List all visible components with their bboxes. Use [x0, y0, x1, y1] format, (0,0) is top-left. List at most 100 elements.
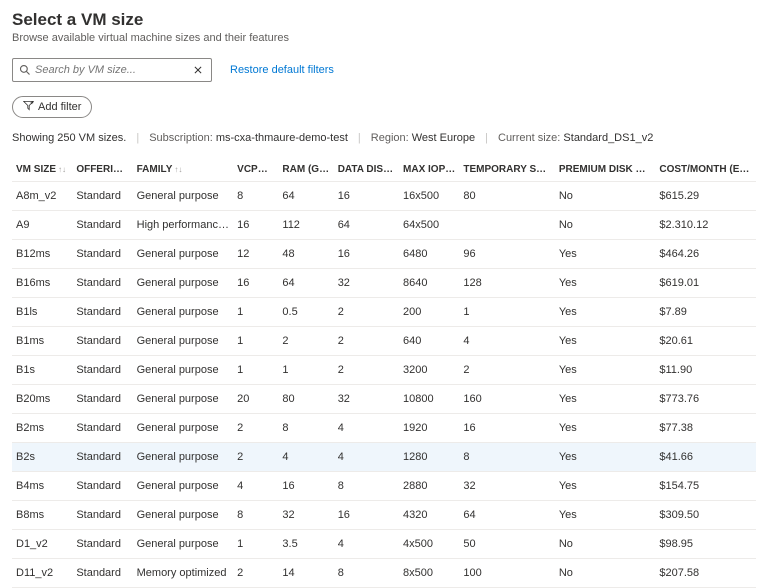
- table-row[interactable]: D11_v2StandardMemory optimized21488x5001…: [12, 559, 756, 588]
- table-row[interactable]: B1lsStandardGeneral purpose10.522001Yes$…: [12, 298, 756, 327]
- table-row[interactable]: A9StandardHigh performance c...161126464…: [12, 211, 756, 240]
- cell-ram: 14: [278, 559, 333, 588]
- cell-vcpus: 1: [233, 327, 278, 356]
- search-input-wrap[interactable]: [12, 58, 212, 82]
- cell-vcpus: 2: [233, 559, 278, 588]
- col-header-disks[interactable]: DATA DISKS↑↓: [334, 158, 399, 182]
- cell-ram: 32: [278, 501, 333, 530]
- cell-vmsize: B2ms: [12, 414, 72, 443]
- cell-vmsize: B20ms: [12, 385, 72, 414]
- cell-offering: Standard: [72, 530, 132, 559]
- cell-iops: 8x500: [399, 559, 459, 588]
- search-input[interactable]: [35, 64, 193, 76]
- add-filter-button[interactable]: Add filter: [12, 96, 92, 118]
- cell-cost: $154.75: [655, 472, 756, 501]
- cell-vcpus: 8: [233, 501, 278, 530]
- table-row[interactable]: B2sStandardGeneral purpose24412808Yes$41…: [12, 443, 756, 472]
- clear-search-icon[interactable]: [193, 65, 205, 75]
- restore-filters-link[interactable]: Restore default filters: [230, 64, 334, 76]
- cell-cost: $41.66: [655, 443, 756, 472]
- cell-temp: 64: [459, 501, 555, 530]
- table-row[interactable]: B12msStandardGeneral purpose124816648096…: [12, 240, 756, 269]
- cell-disks: 2: [334, 356, 399, 385]
- cell-family: General purpose: [133, 356, 234, 385]
- cell-temp: 4: [459, 327, 555, 356]
- current-size-label: Current size:: [498, 132, 560, 144]
- cell-offering: Standard: [72, 443, 132, 472]
- cell-vmsize: B12ms: [12, 240, 72, 269]
- cell-cost: $7.89: [655, 298, 756, 327]
- cell-vmsize: B2s: [12, 443, 72, 472]
- cell-vmsize: D1_v2: [12, 530, 72, 559]
- col-header-vcpus[interactable]: VCPUS↑↓: [233, 158, 278, 182]
- col-header-iops[interactable]: MAX IOPS↑↓: [399, 158, 459, 182]
- cell-disks: 4: [334, 443, 399, 472]
- cell-offering: Standard: [72, 356, 132, 385]
- table-row[interactable]: A8m_v2StandardGeneral purpose8641616x500…: [12, 182, 756, 211]
- cell-vcpus: 4: [233, 472, 278, 501]
- col-header-ram[interactable]: RAM (GI...↑↓: [278, 158, 333, 182]
- table-row[interactable]: B1sStandardGeneral purpose11232002Yes$11…: [12, 356, 756, 385]
- cell-temp: 8: [459, 443, 555, 472]
- cell-premium: No: [555, 182, 656, 211]
- col-header-offering[interactable]: OFFERING↑↓: [72, 158, 132, 182]
- cell-iops: 1920: [399, 414, 459, 443]
- cell-iops: 4320: [399, 501, 459, 530]
- cell-iops: 3200: [399, 356, 459, 385]
- cell-premium: No: [555, 530, 656, 559]
- cell-temp: [459, 211, 555, 240]
- cell-ram: 2: [278, 327, 333, 356]
- cell-premium: Yes: [555, 501, 656, 530]
- table-row[interactable]: B20msStandardGeneral purpose208032108001…: [12, 385, 756, 414]
- cell-family: High performance c...: [133, 211, 234, 240]
- add-filter-label: Add filter: [38, 101, 81, 113]
- cell-disks: 8: [334, 472, 399, 501]
- table-row[interactable]: B4msStandardGeneral purpose4168288032Yes…: [12, 472, 756, 501]
- cell-premium: No: [555, 211, 656, 240]
- cell-ram: 3.5: [278, 530, 333, 559]
- col-header-vmsize[interactable]: VM SIZE↑↓: [12, 158, 72, 182]
- col-header-premium[interactable]: PREMIUM DISK SUP...↑↓: [555, 158, 656, 182]
- cell-disks: 32: [334, 385, 399, 414]
- table-row[interactable]: B16msStandardGeneral purpose166432864012…: [12, 269, 756, 298]
- cell-vcpus: 1: [233, 356, 278, 385]
- cell-offering: Standard: [72, 327, 132, 356]
- page-title: Select a VM size: [12, 10, 756, 30]
- col-header-family[interactable]: FAMILY↑↓: [133, 158, 234, 182]
- cell-disks: 8: [334, 559, 399, 588]
- cell-temp: 128: [459, 269, 555, 298]
- cell-iops: 640: [399, 327, 459, 356]
- cell-disks: 64: [334, 211, 399, 240]
- cell-premium: Yes: [555, 356, 656, 385]
- cell-offering: Standard: [72, 559, 132, 588]
- cell-vcpus: 1: [233, 530, 278, 559]
- cell-vmsize: D11_v2: [12, 559, 72, 588]
- cell-iops: 64x500: [399, 211, 459, 240]
- cell-temp: 80: [459, 182, 555, 211]
- cell-premium: Yes: [555, 269, 656, 298]
- cell-disks: 2: [334, 298, 399, 327]
- cell-temp: 1: [459, 298, 555, 327]
- cell-premium: Yes: [555, 414, 656, 443]
- cell-vcpus: 8: [233, 182, 278, 211]
- table-row[interactable]: B2msStandardGeneral purpose284192016Yes$…: [12, 414, 756, 443]
- cell-ram: 4: [278, 443, 333, 472]
- col-header-cost[interactable]: COST/MONTH (ESTI...↑↓: [655, 158, 756, 182]
- table-row[interactable]: B1msStandardGeneral purpose1226404Yes$20…: [12, 327, 756, 356]
- cell-vmsize: B16ms: [12, 269, 72, 298]
- cell-temp: 160: [459, 385, 555, 414]
- table-row[interactable]: B8msStandardGeneral purpose83216432064Ye…: [12, 501, 756, 530]
- cell-offering: Standard: [72, 240, 132, 269]
- cell-premium: Yes: [555, 298, 656, 327]
- col-header-temp[interactable]: TEMPORARY STOR...↑↓: [459, 158, 555, 182]
- cell-cost: $615.29: [655, 182, 756, 211]
- status-bar: Showing 250 VM sizes. | Subscription: ms…: [12, 132, 756, 144]
- cell-cost: $77.38: [655, 414, 756, 443]
- cell-temp: 96: [459, 240, 555, 269]
- table-row[interactable]: D1_v2StandardGeneral purpose13.544x50050…: [12, 530, 756, 559]
- cell-vmsize: B1s: [12, 356, 72, 385]
- cell-ram: 8: [278, 414, 333, 443]
- cell-temp: 100: [459, 559, 555, 588]
- cell-temp: 50: [459, 530, 555, 559]
- cell-vcpus: 12: [233, 240, 278, 269]
